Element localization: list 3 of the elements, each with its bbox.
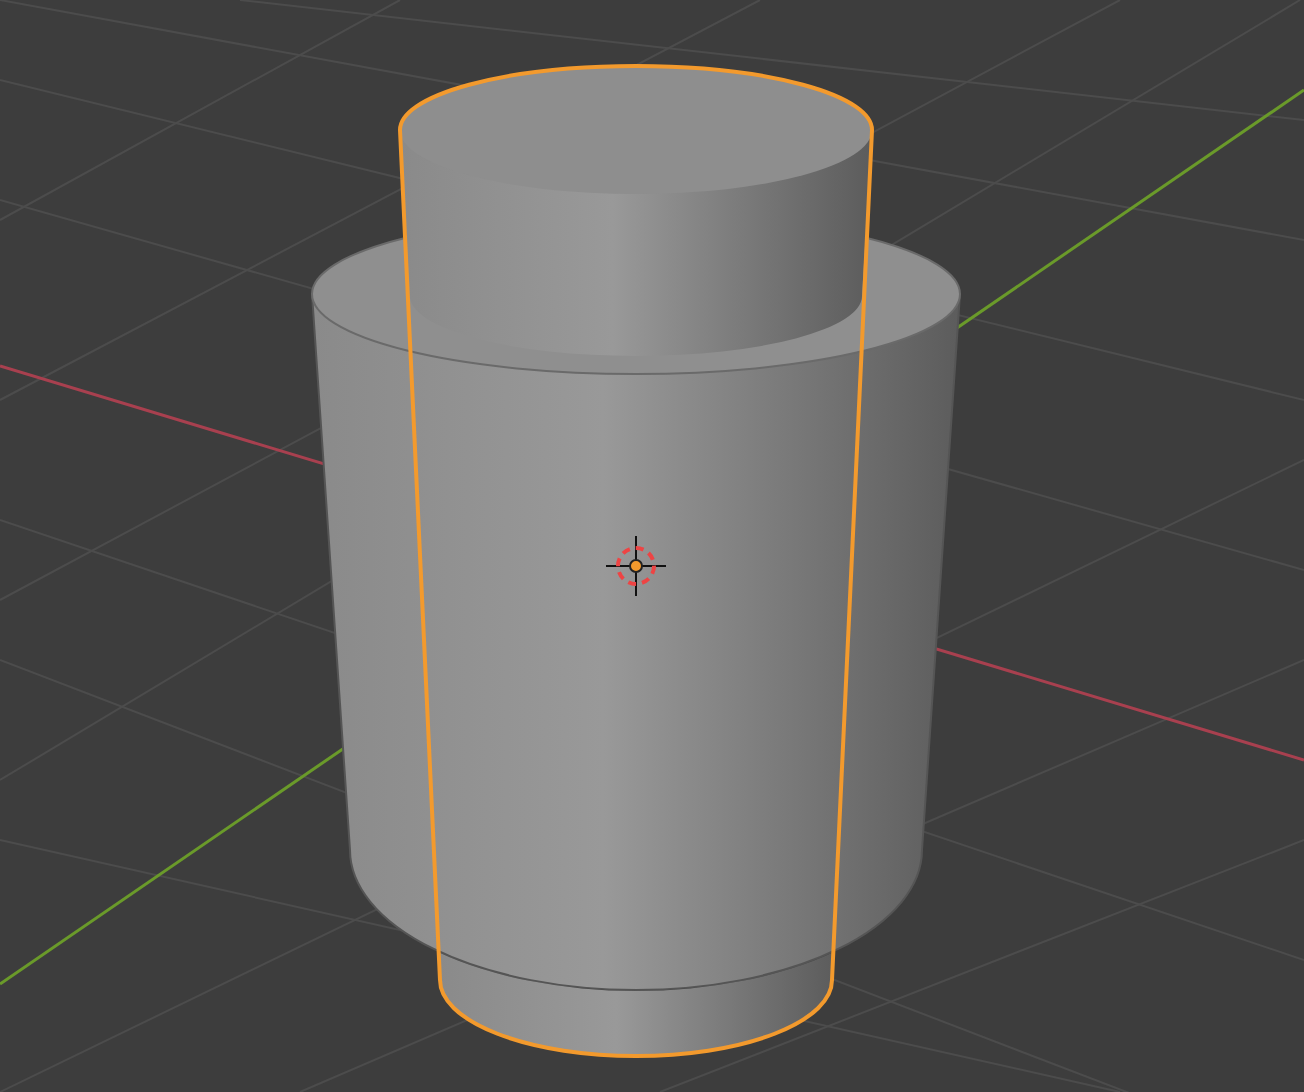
origin-point-icon [629,559,643,573]
viewport-canvas[interactable] [0,0,1304,1092]
cursor-icon[interactable] [605,535,667,597]
